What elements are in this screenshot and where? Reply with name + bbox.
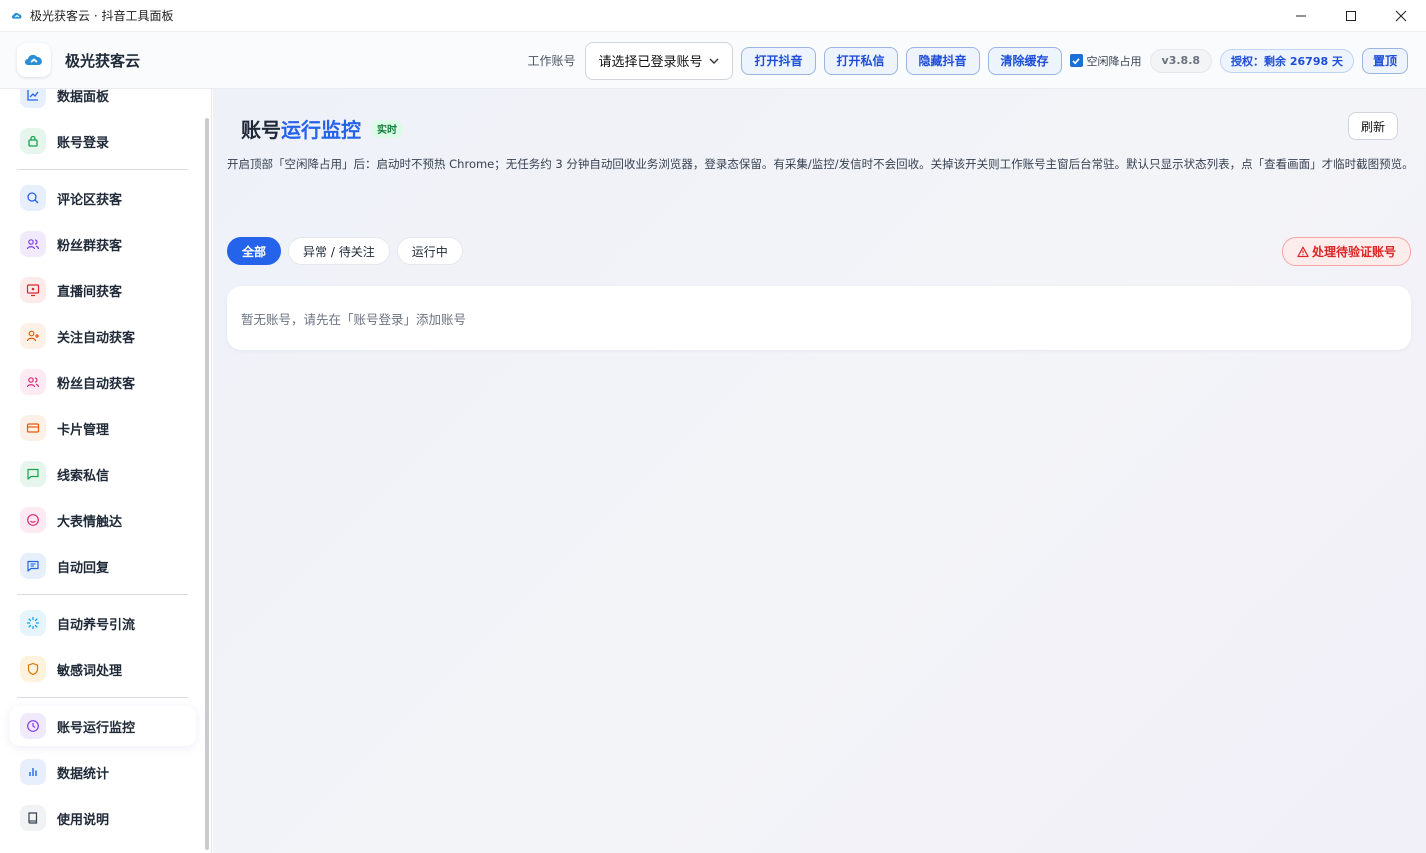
lock-icon [20,128,46,154]
chart-line-icon [20,89,46,108]
sidebar-scrollbar[interactable] [205,118,209,850]
monitor-description: 开启顶部「空闲降占用」后：启动时不预热 Chrome；无任务约 3 分钟自动回收… [227,157,1414,171]
sidebar-item-label: 关注自动获客 [57,330,136,346]
page-title-part2: 运行监控 [281,118,361,142]
checkbox-checked-icon[interactable] [1069,54,1083,67]
version-badge: v3.8.8 [1149,48,1213,73]
realtime-badge: 实时 [371,119,403,138]
open-douyin-button[interactable]: 打开抖音 [741,46,816,75]
refresh-button[interactable]: 刷新 [1347,112,1398,140]
hide-douyin-button[interactable]: 隐藏抖音 [905,46,980,75]
maximize-icon[interactable] [1326,0,1376,32]
warning-icon [1297,246,1309,257]
sidebar-item-label: 评论区获客 [57,192,123,208]
sidebar-item-user-guide[interactable]: 使用说明 [10,798,196,838]
sidebar-item-label: 大表情触达 [57,514,123,530]
card-icon [20,415,46,441]
tab-all[interactable]: 全部 [227,237,282,265]
open-dm-button[interactable]: 打开私信 [823,46,898,75]
app-logo-icon [11,12,22,19]
users-icon [20,231,46,257]
sidebar-item-account-monitor[interactable]: 账号运行监控 [10,706,196,746]
close-icon[interactable] [1376,0,1426,32]
sidebar-item-label: 直播间获客 [57,284,123,300]
sidebar-item-sensitive-words[interactable]: 敏感词处理 [10,649,196,689]
sidebar-item-data-stats[interactable]: 数据统计 [10,752,196,792]
tab-abnormal[interactable]: 异常 / 待关注 [288,237,390,265]
sidebar-item-big-emoji[interactable]: 大表情触达 [10,500,196,540]
empty-state-message: 暂无账号，请先在「账号登录」添加账号 [241,311,467,327]
app-header: 极光获客云 工作账号 请选择已登录账号 打开抖音 打开私信 隐藏抖音 清除缓存 … [0,32,1426,89]
sidebar-item-label: 自动养号引流 [57,617,136,633]
account-select-value: 请选择已登录账号 [598,55,703,70]
users-icon [20,369,46,395]
sidebar: 数据面板 账号登录 评论区获客 粉丝群获客 直播间获客 关注自动获客 粉丝自动获… [0,89,212,853]
monitor-icon [20,277,46,303]
license-badge: 授权：剩余 26798 天 [1220,48,1354,73]
sidebar-item-auto-nurture[interactable]: 自动养号引流 [10,603,196,643]
minimize-icon[interactable] [1276,0,1326,32]
sidebar-divider [17,697,188,698]
sidebar-item-fan-auto-leads[interactable]: 粉丝自动获客 [10,362,196,402]
account-select[interactable]: 请选择已登录账号 [585,41,734,80]
smile-icon [20,507,46,533]
book-icon [20,805,46,831]
sidebar-item-label: 数据统计 [57,766,110,782]
work-account-label: 工作账号 [527,54,576,68]
sidebar-item-label: 账号运行监控 [57,720,136,736]
tab-running[interactable]: 运行中 [396,237,463,265]
pin-top-button[interactable]: 置顶 [1361,47,1408,74]
clock-icon [20,713,46,739]
sidebar-item-label: 线索私信 [57,468,110,484]
sidebar-item-lead-dm[interactable]: 线索私信 [10,454,196,494]
sidebar-divider [17,169,188,170]
sidebar-item-auto-reply[interactable]: 自动回复 [10,546,196,586]
sidebar-item-label: 使用说明 [57,812,110,828]
sidebar-item-dashboard[interactable]: 数据面板 [10,89,196,115]
window-title: 极光获客云 · 抖音工具面板 [30,9,174,23]
sidebar-item-label: 数据面板 [57,89,110,105]
bar-chart-icon [20,759,46,785]
idle-reduce-toggle[interactable]: 空闲降占用 [1069,53,1142,69]
sidebar-item-label: 账号登录 [57,135,110,151]
reply-icon [20,553,46,579]
chevron-down-icon [709,58,719,64]
window-titlebar: 极光获客云 · 抖音工具面板 [0,0,1426,32]
loader-icon [20,610,46,636]
sidebar-item-label: 卡片管理 [57,422,110,438]
verify-accounts-button[interactable]: 处理待验证账号 [1281,237,1411,266]
main-content: 账号 运行监控 实时 刷新 开启顶部「空闲降占用」后：启动时不预热 Chrome… [213,89,1426,853]
sidebar-item-label: 粉丝群获客 [57,238,123,254]
empty-state-card: 暂无账号，请先在「账号登录」添加账号 [227,286,1411,350]
sidebar-item-label: 敏感词处理 [57,663,123,679]
clear-cache-button[interactable]: 清除缓存 [987,46,1062,75]
filter-tabs: 全部 异常 / 待关注 运行中 [227,237,463,265]
page-title-part1: 账号 [241,118,281,142]
page-title: 账号 运行监控 实时 [241,114,403,143]
sidebar-item-comment-leads[interactable]: 评论区获客 [10,178,196,218]
message-icon [20,461,46,487]
brand-name: 极光获客云 [65,51,141,70]
sidebar-item-follow-auto-leads[interactable]: 关注自动获客 [10,316,196,356]
search-icon [20,185,46,211]
sidebar-divider [17,594,188,595]
sidebar-item-live-room-leads[interactable]: 直播间获客 [10,270,196,310]
sidebar-item-label: 粉丝自动获客 [57,376,136,392]
sidebar-item-label: 自动回复 [57,560,110,576]
sidebar-item-card-management[interactable]: 卡片管理 [10,408,196,448]
shield-icon [20,656,46,682]
user-plus-icon [20,323,46,349]
brand-logo-icon [17,43,51,77]
sidebar-item-account-login[interactable]: 账号登录 [10,121,196,161]
verify-accounts-label: 处理待验证账号 [1311,245,1396,259]
idle-reduce-label: 空闲降占用 [1086,54,1142,68]
sidebar-item-fan-group-leads[interactable]: 粉丝群获客 [10,224,196,264]
